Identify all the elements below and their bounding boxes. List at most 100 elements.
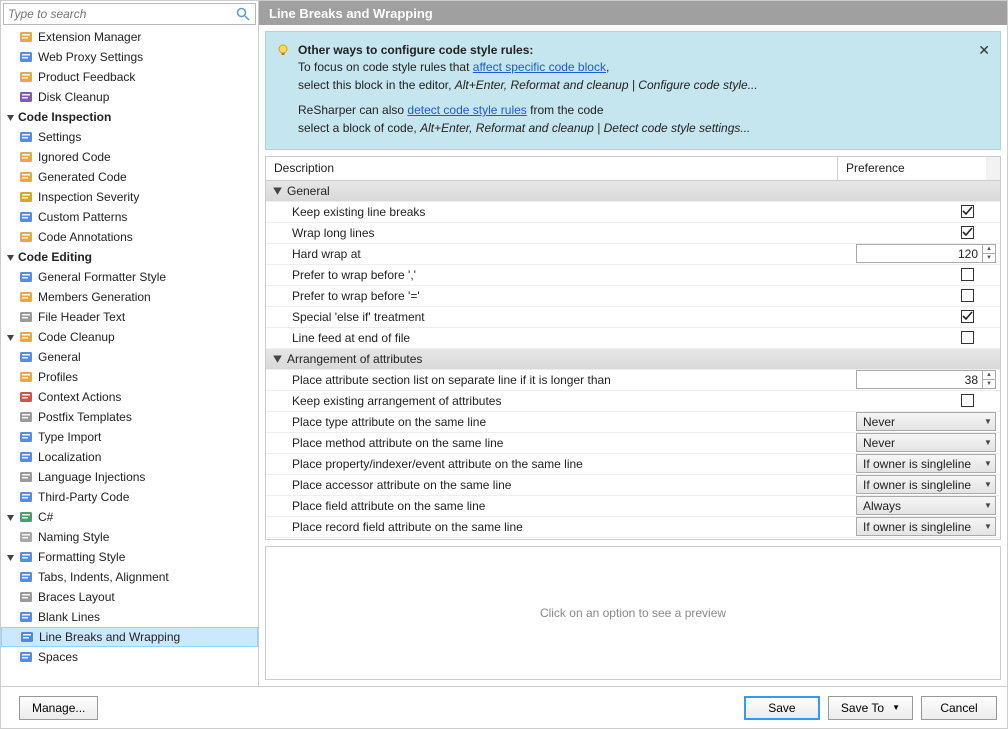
- tree-item[interactable]: Postfix Templates: [1, 407, 258, 427]
- tree-item[interactable]: Custom Patterns: [1, 207, 258, 227]
- dropdown[interactable]: If owner is singleline▼: [856, 517, 996, 536]
- option-row[interactable]: Prefer to wrap before '=': [266, 286, 1000, 307]
- tree-item[interactable]: Braces Layout: [1, 587, 258, 607]
- save-button[interactable]: Save: [744, 696, 820, 720]
- page-title-bar: Line Breaks and Wrapping: [259, 1, 1007, 25]
- group-header[interactable]: General: [266, 181, 1000, 202]
- tree-item-label: Line Breaks and Wrapping: [39, 630, 180, 644]
- checkbox[interactable]: [961, 331, 974, 344]
- option-row[interactable]: Prefer to wrap before ',': [266, 265, 1000, 286]
- checkbox[interactable]: [961, 268, 974, 281]
- tree-item[interactable]: Ignored Code: [1, 147, 258, 167]
- collapse-arrow-icon[interactable]: [272, 353, 283, 364]
- option-label: Place field attribute on the same line: [292, 499, 485, 513]
- tree-item[interactable]: Type Import: [1, 427, 258, 447]
- tree-item[interactable]: Generated Code: [1, 167, 258, 187]
- info-link-block[interactable]: affect specific code block: [473, 60, 606, 74]
- expand-arrow-icon[interactable]: [5, 252, 16, 263]
- tree-item[interactable]: Code Annotations: [1, 227, 258, 247]
- tree-item[interactable]: Blank Lines: [1, 607, 258, 627]
- checkbox[interactable]: [961, 289, 974, 302]
- tree-item[interactable]: File Header Text: [1, 307, 258, 327]
- tree-item-label: Ignored Code: [38, 150, 111, 164]
- tree-item[interactable]: Context Actions: [1, 387, 258, 407]
- tree-item-label: Formatting Style: [38, 550, 125, 564]
- expand-arrow-icon[interactable]: [5, 332, 16, 343]
- option-label: Prefer to wrap before '=': [292, 289, 420, 303]
- tree-item[interactable]: Inspection Severity: [1, 187, 258, 207]
- search-input[interactable]: [8, 7, 235, 21]
- option-row[interactable]: Special 'else if' treatment: [266, 307, 1000, 328]
- checkbox[interactable]: [961, 226, 974, 239]
- spin-up-icon: ▲: [983, 245, 995, 254]
- expand-arrow-icon[interactable]: [5, 512, 16, 523]
- tree-item[interactable]: Code Inspection: [1, 107, 258, 127]
- manage-button[interactable]: Manage...: [19, 696, 98, 720]
- dropdown[interactable]: If owner is singleline▼: [856, 454, 996, 473]
- option-row[interactable]: Place accessor attribute on the same lin…: [266, 475, 1000, 496]
- option-row[interactable]: Place method attribute on the same lineN…: [266, 433, 1000, 454]
- save-to-button[interactable]: Save To▼: [828, 696, 913, 720]
- tree-item[interactable]: Spaces: [1, 647, 258, 667]
- close-icon[interactable]: ✕: [978, 40, 990, 60]
- tree-item[interactable]: General: [1, 347, 258, 367]
- dropdown[interactable]: Always▼: [856, 496, 996, 515]
- search-icon[interactable]: [235, 6, 251, 22]
- tree-item[interactable]: Third-Party Code: [1, 487, 258, 507]
- option-row[interactable]: Place property/indexer/event attribute o…: [266, 454, 1000, 475]
- tree-item[interactable]: Members Generation: [1, 287, 258, 307]
- tree-item[interactable]: C#: [1, 507, 258, 527]
- braces-icon: [18, 589, 34, 605]
- checkbox[interactable]: [961, 310, 974, 323]
- tree-item[interactable]: Disk Cleanup: [1, 87, 258, 107]
- tree-item[interactable]: Naming Style: [1, 527, 258, 547]
- info-link-detect[interactable]: detect code style rules: [407, 103, 526, 117]
- option-row[interactable]: Hard wrap at120▲▼: [266, 244, 1000, 265]
- spinner[interactable]: ▲▼: [982, 245, 995, 262]
- tree-item[interactable]: Product Feedback: [1, 67, 258, 87]
- dropdown[interactable]: Never▼: [856, 433, 996, 452]
- expand-arrow-icon[interactable]: [5, 112, 16, 123]
- option-label: Place accessor attribute on the same lin…: [292, 478, 511, 492]
- col-description[interactable]: Description: [266, 157, 838, 180]
- tree-item-label: Inspection Severity: [38, 190, 139, 204]
- option-row[interactable]: Wrap long lines: [266, 223, 1000, 244]
- tree-item[interactable]: Extension Manager: [1, 27, 258, 47]
- cancel-button[interactable]: Cancel: [921, 696, 997, 720]
- puzzle-icon: [18, 29, 34, 45]
- tree-item[interactable]: Code Cleanup: [1, 327, 258, 347]
- checkbox[interactable]: [961, 205, 974, 218]
- tree-item[interactable]: Profiles: [1, 367, 258, 387]
- spinner[interactable]: ▲▼: [982, 371, 995, 388]
- dropdown[interactable]: Never▼: [856, 412, 996, 431]
- tree-item[interactable]: Line Breaks and Wrapping: [1, 627, 258, 647]
- dropdown[interactable]: If owner is singleline▼: [856, 475, 996, 494]
- tree-item[interactable]: Settings: [1, 127, 258, 147]
- tree-item[interactable]: Language Injections: [1, 467, 258, 487]
- col-preference[interactable]: Preference: [838, 157, 986, 180]
- tree-item[interactable]: Tabs, Indents, Alignment: [1, 567, 258, 587]
- tree-item[interactable]: Web Proxy Settings: [1, 47, 258, 67]
- option-row[interactable]: Line feed at end of file: [266, 328, 1000, 349]
- group-header[interactable]: Arrangement of attributes: [266, 349, 1000, 370]
- tree-item[interactable]: Code Editing: [1, 247, 258, 267]
- option-row[interactable]: Place record field attribute on the same…: [266, 517, 1000, 538]
- option-row[interactable]: Place attribute section list on separate…: [266, 370, 1000, 391]
- option-row[interactable]: Keep existing arrangement of attributes: [266, 391, 1000, 412]
- grid-body[interactable]: GeneralKeep existing line breaksWrap lon…: [266, 181, 1000, 539]
- option-row[interactable]: Place field attribute on the same line Al…: [266, 496, 1000, 517]
- expand-arrow-icon[interactable]: [5, 552, 16, 563]
- disk-icon: [18, 89, 34, 105]
- checkbox[interactable]: [961, 394, 974, 407]
- option-row[interactable]: Place type attribute on the same lineNev…: [266, 412, 1000, 433]
- tree-scroll[interactable]: Extension ManagerWeb Proxy SettingsProdu…: [1, 27, 258, 686]
- tree-item[interactable]: General Formatter Style: [1, 267, 258, 287]
- collapse-arrow-icon[interactable]: [272, 185, 283, 196]
- number-input[interactable]: 120▲▼: [856, 244, 996, 263]
- number-input[interactable]: 38▲▼: [856, 370, 996, 389]
- tree-item[interactable]: Formatting Style: [1, 547, 258, 567]
- tree-item[interactable]: Localization: [1, 447, 258, 467]
- tree-item-label: Type Import: [38, 430, 101, 444]
- option-row[interactable]: Keep existing line breaks: [266, 202, 1000, 223]
- severity-icon: [18, 189, 34, 205]
